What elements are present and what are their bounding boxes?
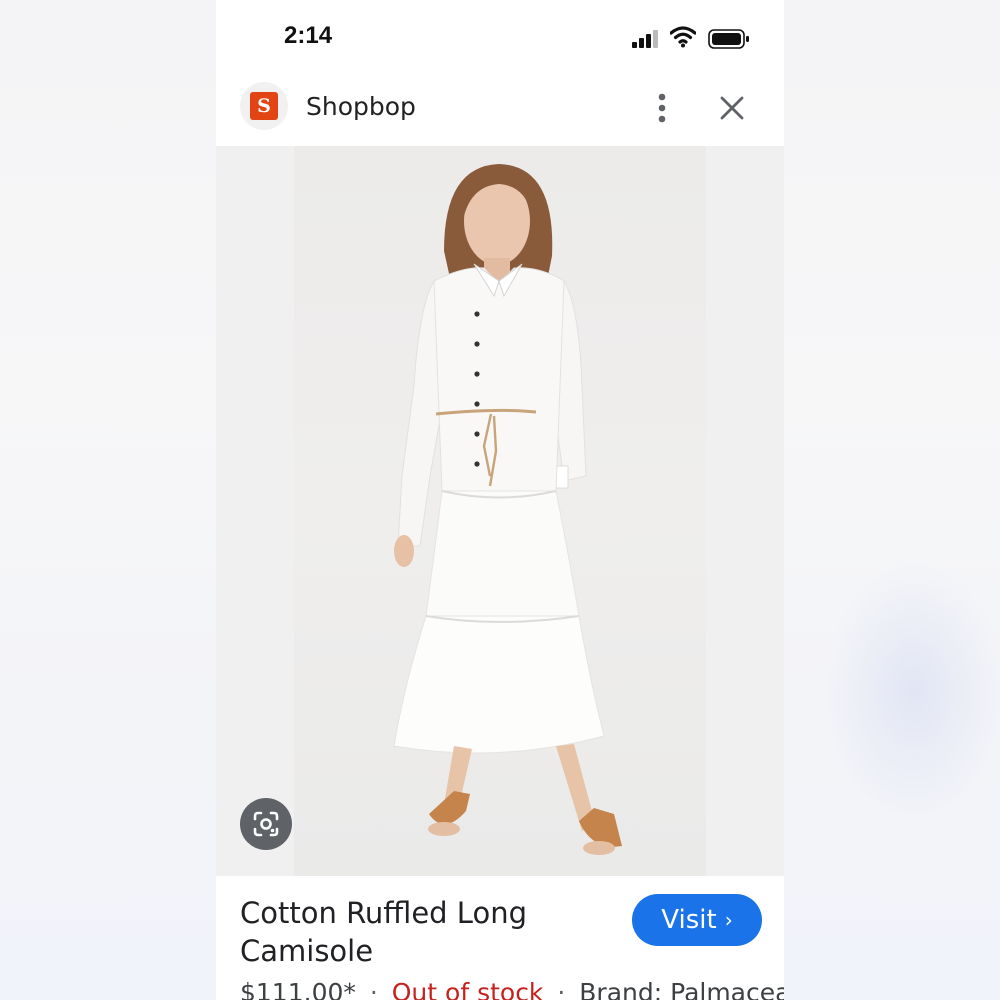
product-image-area	[216, 146, 784, 876]
availability-status: Out of stock	[391, 978, 544, 1000]
product-meta: $111.00* · Out of stock · Brand: Palmace…	[240, 978, 784, 1000]
product-brand: Brand: Palmacea	[579, 978, 784, 1000]
visit-button[interactable]: Visit ›	[632, 894, 762, 946]
battery-icon	[708, 29, 749, 49]
left-blurred-background	[0, 0, 216, 1000]
source-header: S Shopbop	[216, 70, 784, 146]
visit-button-label: Visit	[661, 905, 717, 935]
right-blurred-background	[784, 0, 1000, 1000]
status-time: 2:14	[284, 22, 333, 49]
close-icon[interactable]	[718, 94, 746, 122]
meta-separator: ·	[557, 978, 566, 1000]
google-lens-icon	[253, 811, 279, 837]
phone-screen: 2:14 S Shopbop Cotton Ruffled Long Camis…	[216, 0, 784, 1000]
google-lens-button[interactable]	[240, 798, 292, 850]
status-bar: 2:14	[216, 0, 784, 70]
product-price: $111.00*	[240, 978, 356, 1000]
product-info: Cotton Ruffled Long Camisole Visit › $11…	[216, 876, 784, 1000]
model-illustration	[393, 164, 622, 855]
site-favicon[interactable]: S	[240, 82, 288, 130]
product-photo[interactable]	[294, 146, 706, 876]
product-title[interactable]: Cotton Ruffled Long Camisole	[240, 894, 580, 970]
more-vert-icon[interactable]	[650, 90, 674, 126]
shopbop-logo-icon: S	[250, 92, 278, 120]
wifi-icon	[670, 26, 696, 48]
chevron-right-icon: ›	[724, 908, 733, 932]
site-name[interactable]: Shopbop	[306, 92, 416, 121]
meta-separator: ·	[369, 978, 378, 1000]
signal-icon	[632, 30, 658, 48]
